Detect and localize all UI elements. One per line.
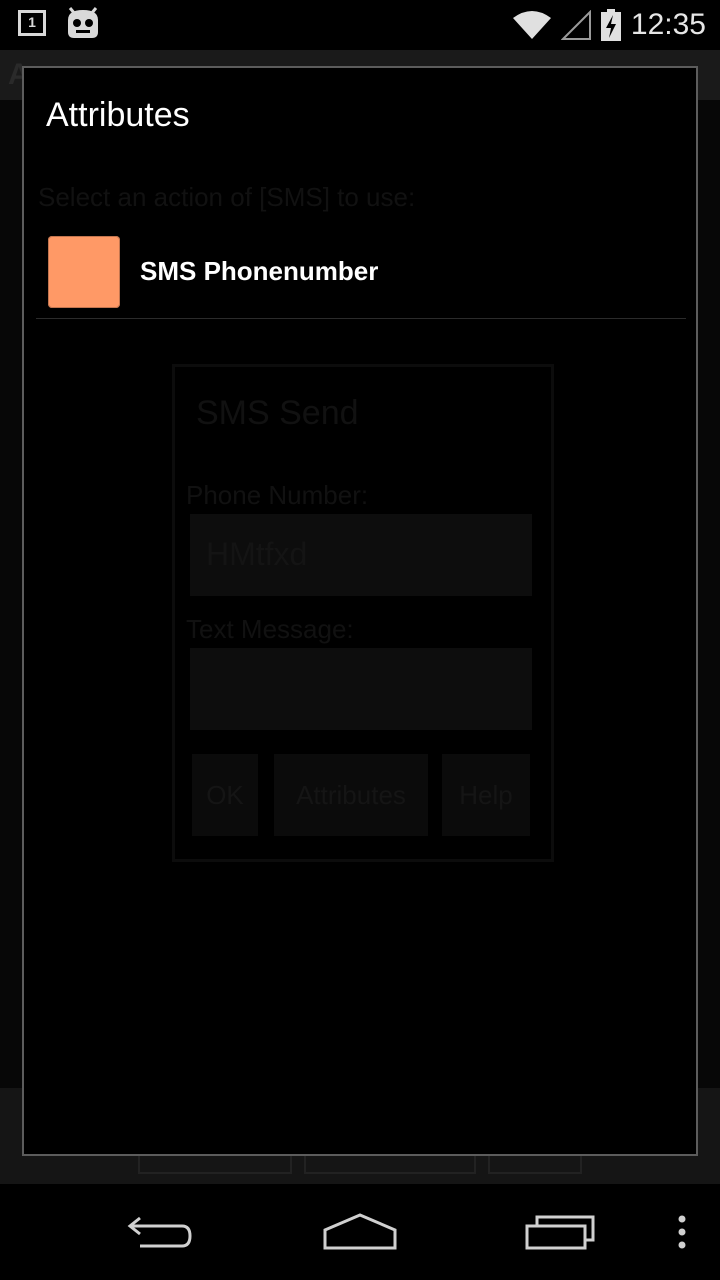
color-swatch-icon xyxy=(48,236,120,308)
background-sms-title: SMS Send xyxy=(196,394,359,432)
notification-box-icon: 1 xyxy=(18,10,46,36)
list-item-sms-phonenumber[interactable]: SMS Phonenumber xyxy=(36,218,686,319)
status-bar: 1 12:35 xyxy=(0,0,720,50)
background-phone-label: Phone Number: xyxy=(186,480,369,510)
dialog-title: Attributes xyxy=(46,96,190,134)
background-ok-button: OK xyxy=(192,754,258,836)
overflow-menu-button[interactable] xyxy=(660,1184,704,1280)
battery-charging-icon xyxy=(600,9,621,41)
background-text-label: Text Message: xyxy=(186,614,354,644)
status-clock: 12:35 xyxy=(630,8,706,41)
home-button[interactable] xyxy=(300,1184,420,1280)
recents-icon xyxy=(525,1215,595,1250)
recents-button[interactable] xyxy=(500,1184,620,1280)
list-item-label: SMS Phonenumber xyxy=(140,256,379,286)
background-section-label: Select an action of [SMS] to use: xyxy=(38,182,416,212)
background-phone-field: HMtfxd xyxy=(190,514,532,596)
wifi-icon xyxy=(512,11,551,39)
background-attributes-button: Attributes xyxy=(274,754,428,836)
background-help-button: Help xyxy=(442,754,530,836)
attributes-dialog: Attributes Select an action of [SMS] to … xyxy=(22,66,698,1156)
background-phone-value: HMtfxd xyxy=(206,536,308,572)
navigation-bar xyxy=(0,1184,720,1280)
signal-icon xyxy=(560,10,591,40)
overflow-menu-icon xyxy=(678,1215,686,1249)
android-bot-icon xyxy=(68,7,98,38)
home-icon xyxy=(323,1213,397,1250)
back-icon xyxy=(127,1216,192,1248)
background-text-field xyxy=(190,648,532,730)
back-button[interactable] xyxy=(100,1184,220,1280)
notification-count: 1 xyxy=(28,14,36,30)
